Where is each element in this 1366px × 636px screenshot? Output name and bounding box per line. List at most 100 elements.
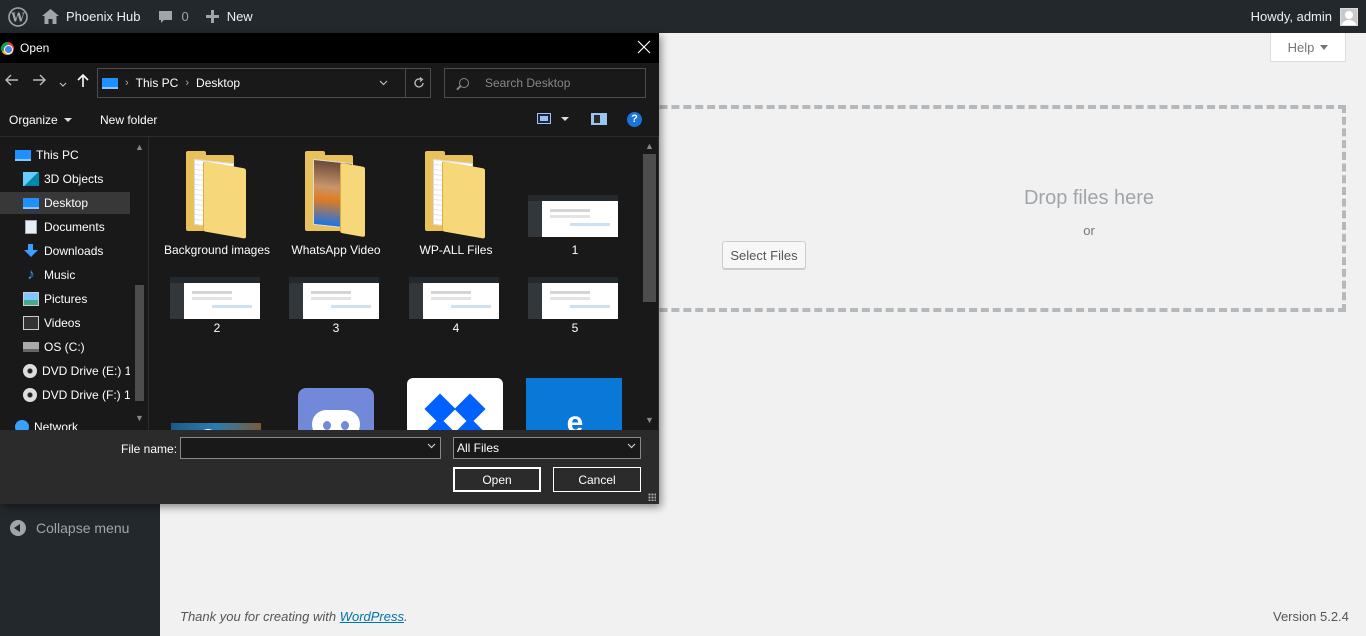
nav-item-3d-objects[interactable]: 3D Objects [0,168,130,190]
nav-pane-scrollbar[interactable]: ▲ ▼ [131,137,148,430]
new-content-link[interactable]: New [205,0,253,33]
file-item-whatsapp-video[interactable]: WhatsApp Video [281,147,391,267]
breadcrumb-desktop[interactable]: Desktop [196,76,240,90]
nav-item-videos[interactable]: Videos [0,312,130,334]
file-item-discord[interactable] [281,347,391,430]
footer-text: Thank you for creating with [180,609,340,624]
music-icon: ♪ [27,266,35,283]
dialog-titlebar[interactable]: Open [0,33,659,63]
file-name-dropdown-button[interactable] [427,441,436,452]
svg-text:W: W [10,10,25,24]
avatar [1340,7,1358,26]
footer-version: Version 5.2.4 [1273,609,1349,624]
scroll-down-icon[interactable]: ▼ [645,415,654,425]
open-file-dialog: Open › This PC › Desktop Search Desktop … [0,33,659,504]
file-item-4[interactable]: 4 [401,277,511,339]
file-item-edge[interactable]: e [520,347,630,430]
file-list-pane: Background images WhatsApp Video WP-ALL … [149,137,641,430]
videos-icon [23,316,39,330]
wordpress-link[interactable]: WordPress [340,609,404,624]
dropbox-icon [407,378,503,430]
nav-item-music[interactable]: ♪ Music [0,264,130,286]
file-label: 3 [332,321,340,335]
file-item-dropbox[interactable] [401,347,511,430]
folder-icon [186,151,246,239]
file-name-input[interactable] [180,437,441,459]
site-name-link[interactable]: Phoenix Hub [42,0,140,33]
folder-icon [425,151,485,239]
image-thumbnail [171,423,261,430]
select-files-button[interactable]: Select Files [722,241,806,269]
refresh-button[interactable] [405,69,432,97]
file-item-image[interactable] [162,347,272,430]
wordpress-logo-icon[interactable]: W [0,0,36,33]
scroll-up-icon[interactable]: ▲ [135,142,144,152]
documents-icon [25,220,37,234]
close-button[interactable] [637,40,651,54]
help-icon[interactable]: ? [627,112,642,127]
preview-pane-button[interactable] [591,113,607,125]
address-dropdown-button[interactable] [379,78,388,89]
change-view-button[interactable] [537,113,569,124]
address-bar[interactable]: › This PC › Desktop [97,68,431,98]
chevron-down-icon [59,82,67,87]
nav-item-label: Music [44,268,76,282]
file-item-background-images[interactable]: Background images [162,147,272,267]
file-label: 1 [571,243,579,257]
file-label: WP-ALL Files [419,243,493,257]
nav-item-os-c[interactable]: OS (C:) [0,336,130,358]
comments-link[interactable]: 0 [158,0,189,33]
nav-item-label: DVD Drive (F:) 1f [42,388,130,402]
search-placeholder: Search Desktop [485,76,571,90]
nav-item-dvd-f[interactable]: DVD Drive (F:) 1f [0,384,130,406]
arrow-up-icon [77,73,89,87]
close-icon [637,40,651,54]
open-button[interactable]: Open [453,467,541,492]
nav-item-downloads[interactable]: Downloads [0,240,130,262]
recent-locations-button[interactable] [59,76,67,92]
drop-zone[interactable]: Drop files here or Select Files [600,105,1346,312]
nav-item-this-pc[interactable]: This PC [0,144,130,166]
scrollbar-thumb[interactable] [643,154,656,302]
file-name-label: File name: [121,442,178,456]
screenshot-thumbnail [528,195,618,237]
help-tab-button[interactable]: Help [1270,33,1346,62]
downloads-icon [23,244,39,258]
organize-button[interactable]: Organize [9,113,72,127]
cancel-button[interactable]: Cancel [553,467,641,492]
collapse-arrow-icon [10,520,26,536]
file-item-1[interactable]: 1 [520,147,630,267]
file-pane-scrollbar[interactable]: ▲ ▼ [641,137,658,430]
dialog-toolbar: Organize New folder ? [0,103,659,136]
nav-item-label: 3D Objects [44,172,104,186]
file-item-3[interactable]: 3 [281,277,391,339]
collapse-menu-button[interactable]: Collapse menu [10,520,129,536]
scrollbar-thumb[interactable] [135,285,144,401]
up-button[interactable] [77,73,89,92]
footer-thankyou: Thank you for creating with WordPress. [180,609,408,624]
file-item-5[interactable]: 5 [520,277,630,339]
file-type-select[interactable]: All Files [453,437,641,459]
collapse-menu-label: Collapse menu [36,520,130,536]
forward-button[interactable] [32,74,46,90]
nav-item-network[interactable]: Network [0,416,130,430]
nav-item-desktop[interactable]: Desktop [0,192,130,214]
file-item-wp-all-files[interactable]: WP-ALL Files [401,147,511,267]
chrome-icon [1,41,14,55]
caret-down-icon [1320,44,1329,50]
nav-item-documents[interactable]: Documents [0,216,130,238]
arrow-left-icon [5,74,18,86]
scroll-down-icon[interactable]: ▼ [135,413,144,423]
file-type-value: All Files [457,441,500,455]
file-item-2[interactable]: 2 [162,277,272,339]
scroll-up-icon[interactable]: ▲ [645,141,654,151]
breadcrumb-this-pc[interactable]: This PC [136,76,179,90]
nav-item-dvd-e[interactable]: DVD Drive (E:) 1f [0,360,130,382]
new-folder-button[interactable]: New folder [100,113,157,127]
nav-item-label: Videos [44,316,81,330]
nav-item-pictures[interactable]: Pictures [0,288,130,310]
search-input[interactable]: Search Desktop [444,68,646,98]
back-button[interactable] [5,74,19,90]
resize-grip-icon[interactable] [648,493,656,501]
my-account-link[interactable]: Howdy, admin [1251,0,1366,33]
